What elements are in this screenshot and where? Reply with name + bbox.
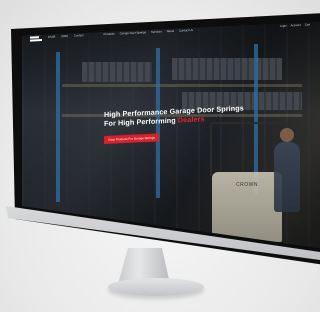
- account-link[interactable]: Account: [291, 23, 301, 27]
- login-link[interactable]: Login: [280, 24, 287, 28]
- hero-title-accent: Dealers: [177, 114, 205, 125]
- imac-monitor: CROWN info@ (800) Contact Products Garag…: [0, 0, 320, 312]
- shelf-boxes: [172, 58, 282, 80]
- shelf-beam: [62, 84, 302, 87]
- monitor-stand-base: [108, 278, 204, 296]
- menu-item-services[interactable]: Services: [151, 29, 162, 34]
- cart-link[interactable]: Cart: [305, 22, 310, 26]
- contact-phone[interactable]: (800): [61, 34, 68, 38]
- shop-products-button[interactable]: Shop Products For Garage Springs: [104, 133, 159, 144]
- worker-head: [280, 128, 294, 142]
- worker: [274, 142, 300, 212]
- contact-link[interactable]: Contact: [74, 33, 84, 37]
- shelf-boxes: [82, 62, 152, 82]
- menu-item-contact[interactable]: Contact Us: [179, 28, 193, 33]
- contact-email[interactable]: info@: [48, 34, 55, 38]
- forklift-brand-label: CROWN: [236, 182, 258, 188]
- menu-item-products[interactable]: Products: [104, 32, 115, 37]
- menu-item-about[interactable]: About: [167, 29, 174, 33]
- rack-upright: [56, 52, 60, 202]
